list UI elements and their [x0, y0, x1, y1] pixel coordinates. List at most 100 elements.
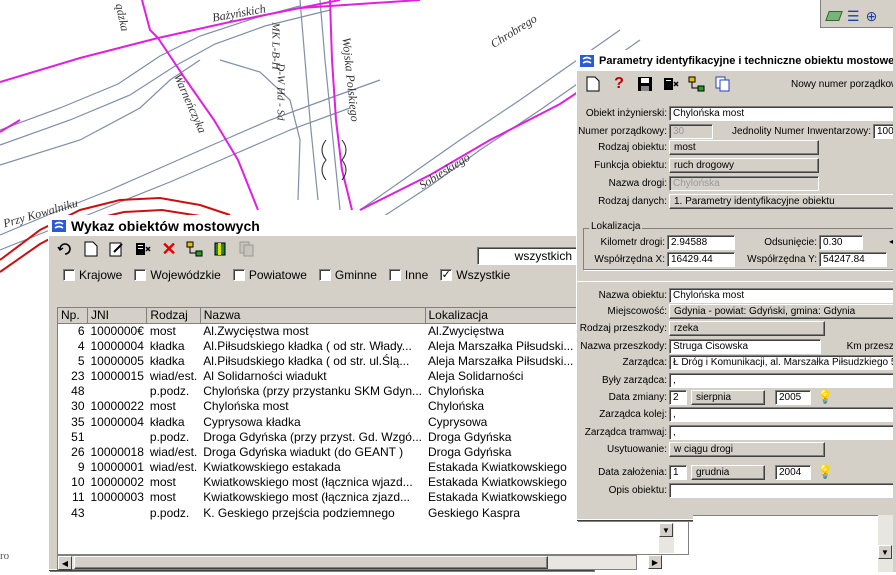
checkbox-icon[interactable]	[388, 269, 401, 281]
checkbox-icon[interactable]: ✓	[440, 269, 453, 281]
change-year-field[interactable]: 2005	[775, 390, 811, 405]
properties-icon[interactable]	[133, 239, 153, 259]
bulb-icon[interactable]: 💡	[817, 389, 833, 405]
tram-manager-field[interactable]: ,	[669, 425, 896, 440]
table-cell: 10000018	[90, 444, 144, 459]
table-cell: Estakada Kwiatkowskiego	[428, 475, 567, 490]
symbol-icon[interactable]: ⊕	[866, 8, 878, 25]
filter-checkbox-0[interactable]: Krajowe	[63, 268, 122, 282]
scroll-left-icon[interactable]: ◀	[58, 556, 72, 570]
filter-checkbox-5[interactable]: ✓ Wszystkie	[440, 268, 510, 282]
table-cell: Droga Gdyńska wiadukt (do GEANT )	[203, 444, 404, 459]
placement-button[interactable]: w ciągu drogi	[669, 442, 825, 457]
km-field[interactable]: 2.94588	[667, 235, 735, 250]
field-label: Funkcja obiektu:	[594, 160, 667, 171]
table-cell: wiad/est.	[149, 444, 198, 459]
app-icon	[51, 218, 67, 234]
field-label: Kilometr drogi:	[600, 237, 665, 248]
copy-icon	[237, 239, 257, 259]
table-cell: Chylońska (przy przystanku SKM Gdyn...	[203, 384, 422, 399]
object-function-button[interactable]: ruch drogowy	[669, 158, 819, 173]
tree-icon[interactable]	[185, 239, 205, 259]
filter-checkbox-2[interactable]: Powiatowe	[232, 268, 307, 282]
scroll-thumb[interactable]	[74, 556, 548, 569]
table-cell: Geskiego Kaspra	[428, 505, 521, 520]
table-cell: 43	[71, 505, 85, 520]
column-header[interactable]: Nazwa	[200, 308, 426, 324]
filter-label: Inne	[404, 268, 429, 282]
field-label: Miejscowość:	[607, 306, 667, 317]
object-name-field[interactable]: Chylońska most	[669, 106, 896, 121]
properties-icon[interactable]	[661, 74, 681, 94]
manager-field[interactable]: Ł Dróg i Komunikacji, al. Marszałka Piłs…	[669, 355, 896, 370]
table-cell: 4	[77, 338, 85, 353]
layer-icon[interactable]	[825, 11, 843, 21]
table-cell: 10000004	[90, 414, 144, 429]
checkbox-icon[interactable]	[134, 269, 147, 281]
checkbox-icon[interactable]	[63, 269, 75, 281]
column-header[interactable]: Np.	[58, 308, 88, 324]
new-document-icon[interactable]	[81, 239, 101, 259]
former-manager-field[interactable]: ,	[669, 373, 896, 388]
map-corner-text: ro	[0, 550, 10, 562]
vertical-scrollbar[interactable]: ▼	[659, 523, 674, 553]
change-month-button[interactable]: sierpnia	[691, 390, 765, 405]
sequence-number-field[interactable]: 30	[669, 124, 713, 139]
param-window[interactable]: Parametry identyfikacyjne i techniczne o…	[576, 50, 896, 520]
filter-select[interactable]: wszystkich	[477, 247, 577, 265]
description-field[interactable]	[669, 483, 896, 498]
help-icon[interactable]: ?	[609, 74, 629, 94]
locality-button[interactable]: Gdynia - powiat: Gdyński, gmina: Gdynia	[669, 304, 896, 319]
coord-y-field[interactable]: 54247.84	[819, 252, 887, 267]
field-label: Data zmiany:	[608, 392, 667, 403]
book-icon[interactable]	[211, 239, 231, 259]
location-group-label: Lokalizacja	[589, 221, 643, 232]
save-icon[interactable]	[635, 74, 655, 94]
param-title: Parametry identyfikacyjne i techniczne o…	[599, 55, 896, 67]
column-header[interactable]: JNI	[87, 308, 148, 324]
table-cell: kładka	[149, 414, 185, 429]
column-header[interactable]: Lokalizacja	[425, 308, 579, 324]
table-cell: most	[149, 475, 176, 490]
wykaz-toolbar: ✕ wszystkich	[49, 236, 592, 265]
object-name-2-field[interactable]: Chylońska most	[669, 288, 896, 303]
checkbox-icon[interactable]	[232, 269, 245, 281]
obstacle-type-button[interactable]: rzeka	[669, 321, 825, 336]
new-document-icon[interactable]	[583, 74, 603, 94]
horizontal-scrollbar[interactable]: ◀ ▶	[57, 555, 662, 570]
founded-month-button[interactable]: grudnia	[691, 465, 765, 480]
tree-icon[interactable]	[687, 74, 707, 94]
param-titlebar[interactable]: Parametry identyfikacyjne i techniczne o…	[577, 51, 896, 71]
copy-icon[interactable]	[713, 74, 733, 94]
founded-year-field[interactable]: 2004	[775, 465, 811, 480]
obstacle-name-field[interactable]: Struga Cisowska	[669, 339, 821, 354]
table-cell: Droga Gdyńska	[428, 444, 512, 459]
list-icon[interactable]: ☰	[847, 8, 860, 25]
wykaz-window[interactable]: Wykaz obiektów mostowych ✕ wszystkich Kr…	[48, 215, 689, 570]
refresh-icon[interactable]	[55, 239, 75, 259]
filter-checkbox-4[interactable]: Inne	[388, 268, 429, 282]
table-cell: p.podz.	[149, 384, 190, 399]
checkbox-icon[interactable]	[318, 269, 331, 281]
road-name-field[interactable]: Chylońska	[669, 176, 819, 191]
wykaz-titlebar[interactable]: Wykaz obiektów mostowych	[49, 216, 592, 236]
delete-icon[interactable]: ✕	[159, 239, 179, 259]
coord-x-field[interactable]: 16429.44	[667, 252, 735, 267]
scroll-down-icon[interactable]: ▼	[659, 523, 673, 537]
bulb-icon[interactable]: 💡	[817, 464, 833, 480]
filter-checkbox-3[interactable]: Gminne	[318, 268, 377, 282]
scroll-right-icon[interactable]: ▶	[648, 555, 662, 569]
founded-day-field[interactable]: 1	[669, 465, 687, 480]
change-day-field[interactable]: 2	[669, 390, 687, 405]
table-cell: 10000022	[90, 399, 144, 414]
object-type-button[interactable]: most	[669, 140, 819, 155]
rail-manager-field[interactable]: ,	[669, 407, 896, 422]
data-type-button[interactable]: 1. Parametry identyfikacyjne obiektu	[669, 194, 896, 209]
table-cell: 6	[77, 323, 85, 338]
offset-field[interactable]: 0.30	[819, 235, 863, 250]
scroll-down-icon[interactable]: ▼	[878, 545, 892, 559]
column-header[interactable]: Rodzaj	[146, 308, 201, 324]
right-vertical-scrollbar[interactable]: ▼	[878, 515, 893, 572]
filter-checkbox-1[interactable]: Wojewódzkie	[134, 268, 221, 282]
edit-document-icon[interactable]	[107, 239, 127, 259]
